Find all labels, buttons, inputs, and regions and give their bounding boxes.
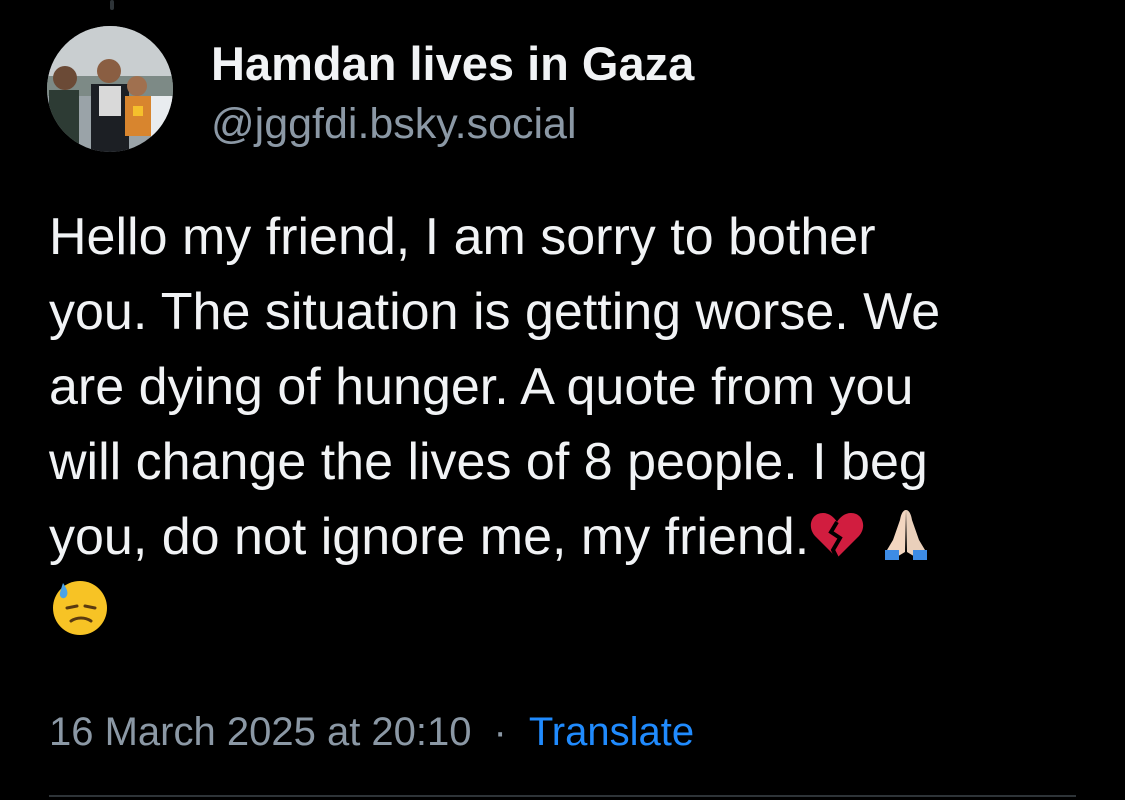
post-text: Hello my friend, I am sorry to bother yo…	[49, 200, 1089, 652]
post-text-line-with-emoji: you, do not ignore me, my friend.	[49, 500, 1089, 575]
post-text-line: you. The situation is getting worse. We	[49, 283, 941, 341]
meta-separator: ·	[493, 710, 507, 754]
folded-hands-icon	[879, 506, 933, 560]
author-display-name[interactable]: Hamdan lives in Gaza	[211, 36, 694, 91]
post-text-line: will change the lives of 8 people. I beg	[49, 433, 928, 491]
post-text-line: you, do not ignore me, my friend.	[49, 508, 810, 566]
downcast-face-with-sweat-icon	[49, 575, 111, 637]
post-timestamp[interactable]: 16 March 2025 at 20:10	[49, 710, 472, 754]
profile-photo-icon	[47, 26, 173, 152]
post-text-line: Hello my friend, I am sorry to bother	[49, 208, 876, 266]
broken-heart-icon	[809, 510, 865, 560]
avatar[interactable]	[47, 26, 173, 152]
translate-link[interactable]: Translate	[529, 710, 694, 754]
author-handle[interactable]: @jggfdi.bsky.social	[211, 100, 577, 149]
post-text-line: are dying of hunger. A quote from you	[49, 358, 914, 416]
post-meta: 16 March 2025 at 20:10 · Translate	[49, 710, 694, 755]
post-text-line-emoji	[49, 575, 1089, 652]
divider	[49, 795, 1076, 797]
thread-line	[110, 0, 114, 10]
